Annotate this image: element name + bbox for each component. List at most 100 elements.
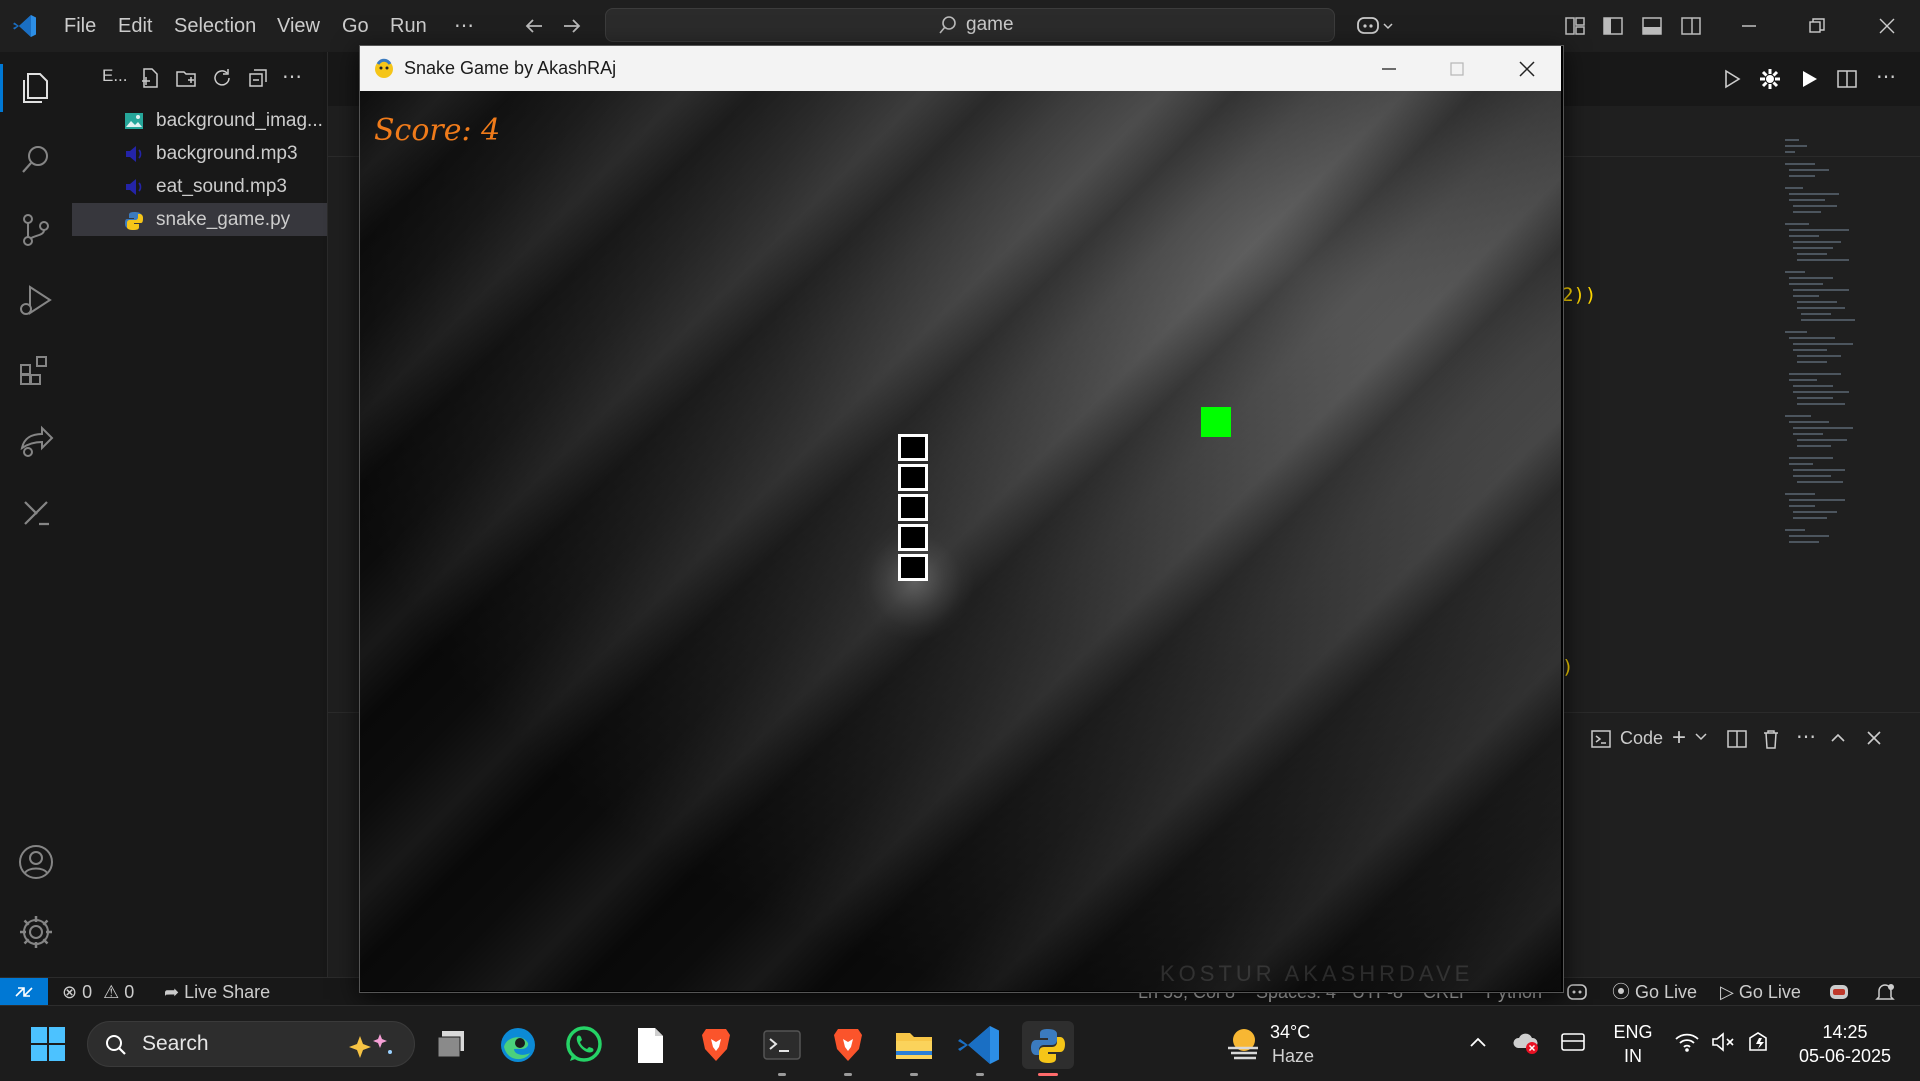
active-indicator <box>0 64 3 112</box>
search-icon <box>938 15 958 35</box>
warning-icon: ⚠ <box>103 982 120 1002</box>
editor-more-icon[interactable]: ⋯ <box>1876 64 1896 89</box>
file-item-snake-game-py[interactable]: snake_game.py <box>72 203 327 236</box>
game-close-icon[interactable] <box>1516 58 1538 80</box>
extensions-icon[interactable] <box>16 350 56 390</box>
explorer-title: E... <box>102 66 128 85</box>
live-share-status[interactable]: ➦ Live Share <box>164 978 270 1006</box>
explorer-icon[interactable] <box>16 68 56 108</box>
settings-gear-icon[interactable] <box>16 912 56 952</box>
copilot-status-icon[interactable] <box>1566 978 1588 1006</box>
windows-start-icon[interactable] <box>30 1026 66 1062</box>
clock-time[interactable]: 14:25 <box>1790 1022 1900 1043</box>
weather-desc: Haze <box>1272 1046 1315 1066</box>
run-debug-icon[interactable] <box>16 280 56 320</box>
running-indicator <box>844 1073 852 1076</box>
terminal-app-icon[interactable] <box>758 1021 806 1076</box>
terminal-name[interactable]: Code <box>1620 728 1663 749</box>
keyboard-tray-icon[interactable] <box>1560 1030 1586 1054</box>
kill-terminal-trash-icon[interactable] <box>1760 728 1782 750</box>
task-view-icon[interactable] <box>428 1021 476 1069</box>
accounts-icon[interactable] <box>16 842 56 882</box>
file-item-background-image[interactable]: background_imag... <box>72 104 327 137</box>
settings-gear-icon[interactable] <box>1758 67 1782 91</box>
menu-selection[interactable]: Selection <box>174 0 256 52</box>
restore-icon[interactable] <box>1806 15 1828 37</box>
command-center-search[interactable]: game <box>605 8 1335 42</box>
remote-explorer-icon[interactable] <box>16 492 56 532</box>
panel-more-icon[interactable]: ⋯ <box>1796 724 1816 749</box>
clock-date[interactable]: 05-06-2025 <box>1790 1046 1900 1067</box>
vscode-taskbar-icon[interactable] <box>956 1021 1004 1076</box>
game-maximize-icon <box>1446 58 1468 80</box>
new-terminal-icon[interactable]: + <box>1672 724 1686 752</box>
toggle-secondary-sidebar-icon[interactable] <box>1680 15 1702 37</box>
search-icon[interactable] <box>16 140 56 180</box>
wifi-icon[interactable] <box>1674 1030 1700 1054</box>
new-folder-icon[interactable] <box>174 66 198 90</box>
search-icon <box>104 1033 128 1057</box>
image-icon <box>124 112 144 130</box>
run-python-icon[interactable] <box>1798 68 1820 90</box>
copilot-icon[interactable] <box>1356 14 1396 38</box>
minimap[interactable] <box>1775 130 1895 570</box>
forward-arrow-icon[interactable] <box>560 14 584 38</box>
collapse-all-icon[interactable] <box>246 66 270 90</box>
split-terminal-icon[interactable] <box>1726 728 1748 750</box>
running-indicator <box>778 1073 786 1076</box>
running-indicator <box>976 1073 984 1076</box>
menu-file[interactable]: File <box>64 0 96 52</box>
problems-indicator[interactable]: ⊗ 0 ⚠ 0 <box>62 978 134 1006</box>
game-window-titlebar[interactable]: Snake Game by AkashRAj <box>360 46 1561 91</box>
chevron-down-icon[interactable] <box>1694 730 1708 744</box>
snake-segment <box>898 464 928 491</box>
python-icon <box>124 211 144 230</box>
sparkle-copilot-icon <box>342 1030 398 1060</box>
close-icon[interactable] <box>1876 15 1898 37</box>
notifications-bell-icon[interactable] <box>1874 978 1896 1006</box>
file-explorer-icon[interactable] <box>890 1021 938 1076</box>
weather-temp[interactable]: 34°C <box>1270 1022 1310 1043</box>
speaker-muted-icon[interactable] <box>1710 1030 1736 1054</box>
edge-browser-icon[interactable] <box>494 1021 542 1069</box>
language-code[interactable]: ENG <box>1610 1022 1656 1043</box>
refresh-icon[interactable] <box>210 66 234 90</box>
taskbar-search[interactable]: Search <box>87 1021 415 1067</box>
customize-layout-icon[interactable] <box>1564 15 1586 37</box>
more-actions-icon[interactable]: ⋯ <box>282 64 302 89</box>
live-share-icon: ➦ <box>164 982 180 1002</box>
back-arrow-icon[interactable] <box>522 14 546 38</box>
menu-view[interactable]: View <box>277 0 320 52</box>
toggle-panel-icon[interactable] <box>1641 15 1663 37</box>
go-live-button-1[interactable]: ⦿ Go Live <box>1612 978 1697 1006</box>
brave-browser-icon[interactable] <box>824 1021 872 1076</box>
show-hidden-icons-chevron-icon[interactable] <box>1468 1034 1488 1050</box>
new-file-icon[interactable] <box>138 66 162 90</box>
go-live-button-2[interactable]: ▷ Go Live <box>1720 978 1801 1006</box>
close-panel-icon[interactable] <box>1866 730 1882 746</box>
file-item-eat-sound-mp3[interactable]: eat_sound.mp3 <box>72 170 327 203</box>
weather-haze-icon[interactable] <box>1222 1022 1266 1066</box>
game-canvas[interactable]: Score: 4 KOSTUR AKASHRDAVE <box>360 91 1561 991</box>
file-item-background-mp3[interactable]: background.mp3 <box>72 137 327 170</box>
onedrive-error-icon[interactable] <box>1512 1028 1542 1056</box>
python-taskbar-icon[interactable] <box>1022 1021 1074 1076</box>
split-editor-icon[interactable] <box>1836 68 1858 90</box>
menu-edit[interactable]: Edit <box>118 0 152 52</box>
minimize-icon[interactable] <box>1738 15 1760 37</box>
game-window-title: Snake Game by AkashRAj <box>404 58 617 78</box>
toggle-primary-sidebar-icon[interactable] <box>1602 15 1624 37</box>
live-share-icon[interactable] <box>16 420 56 460</box>
notepad-file-icon[interactable] <box>626 1021 674 1069</box>
whatsapp-icon[interactable] <box>560 1021 608 1069</box>
command-center-text: game <box>966 14 1014 35</box>
battery-charging-icon[interactable] <box>1746 1030 1774 1054</box>
remote-indicator[interactable] <box>0 978 48 1006</box>
run-file-icon[interactable] <box>1720 68 1742 90</box>
maximize-panel-icon[interactable] <box>1830 730 1846 746</box>
game-minimize-icon[interactable] <box>1378 58 1400 80</box>
copilot-chat-icon[interactable] <box>1828 978 1850 1006</box>
source-control-icon[interactable] <box>16 210 56 250</box>
snake-game-window[interactable]: Snake Game by AkashRAj Score: 4 KOSTUR A… <box>359 45 1564 993</box>
brave-browser-icon[interactable] <box>692 1021 740 1069</box>
